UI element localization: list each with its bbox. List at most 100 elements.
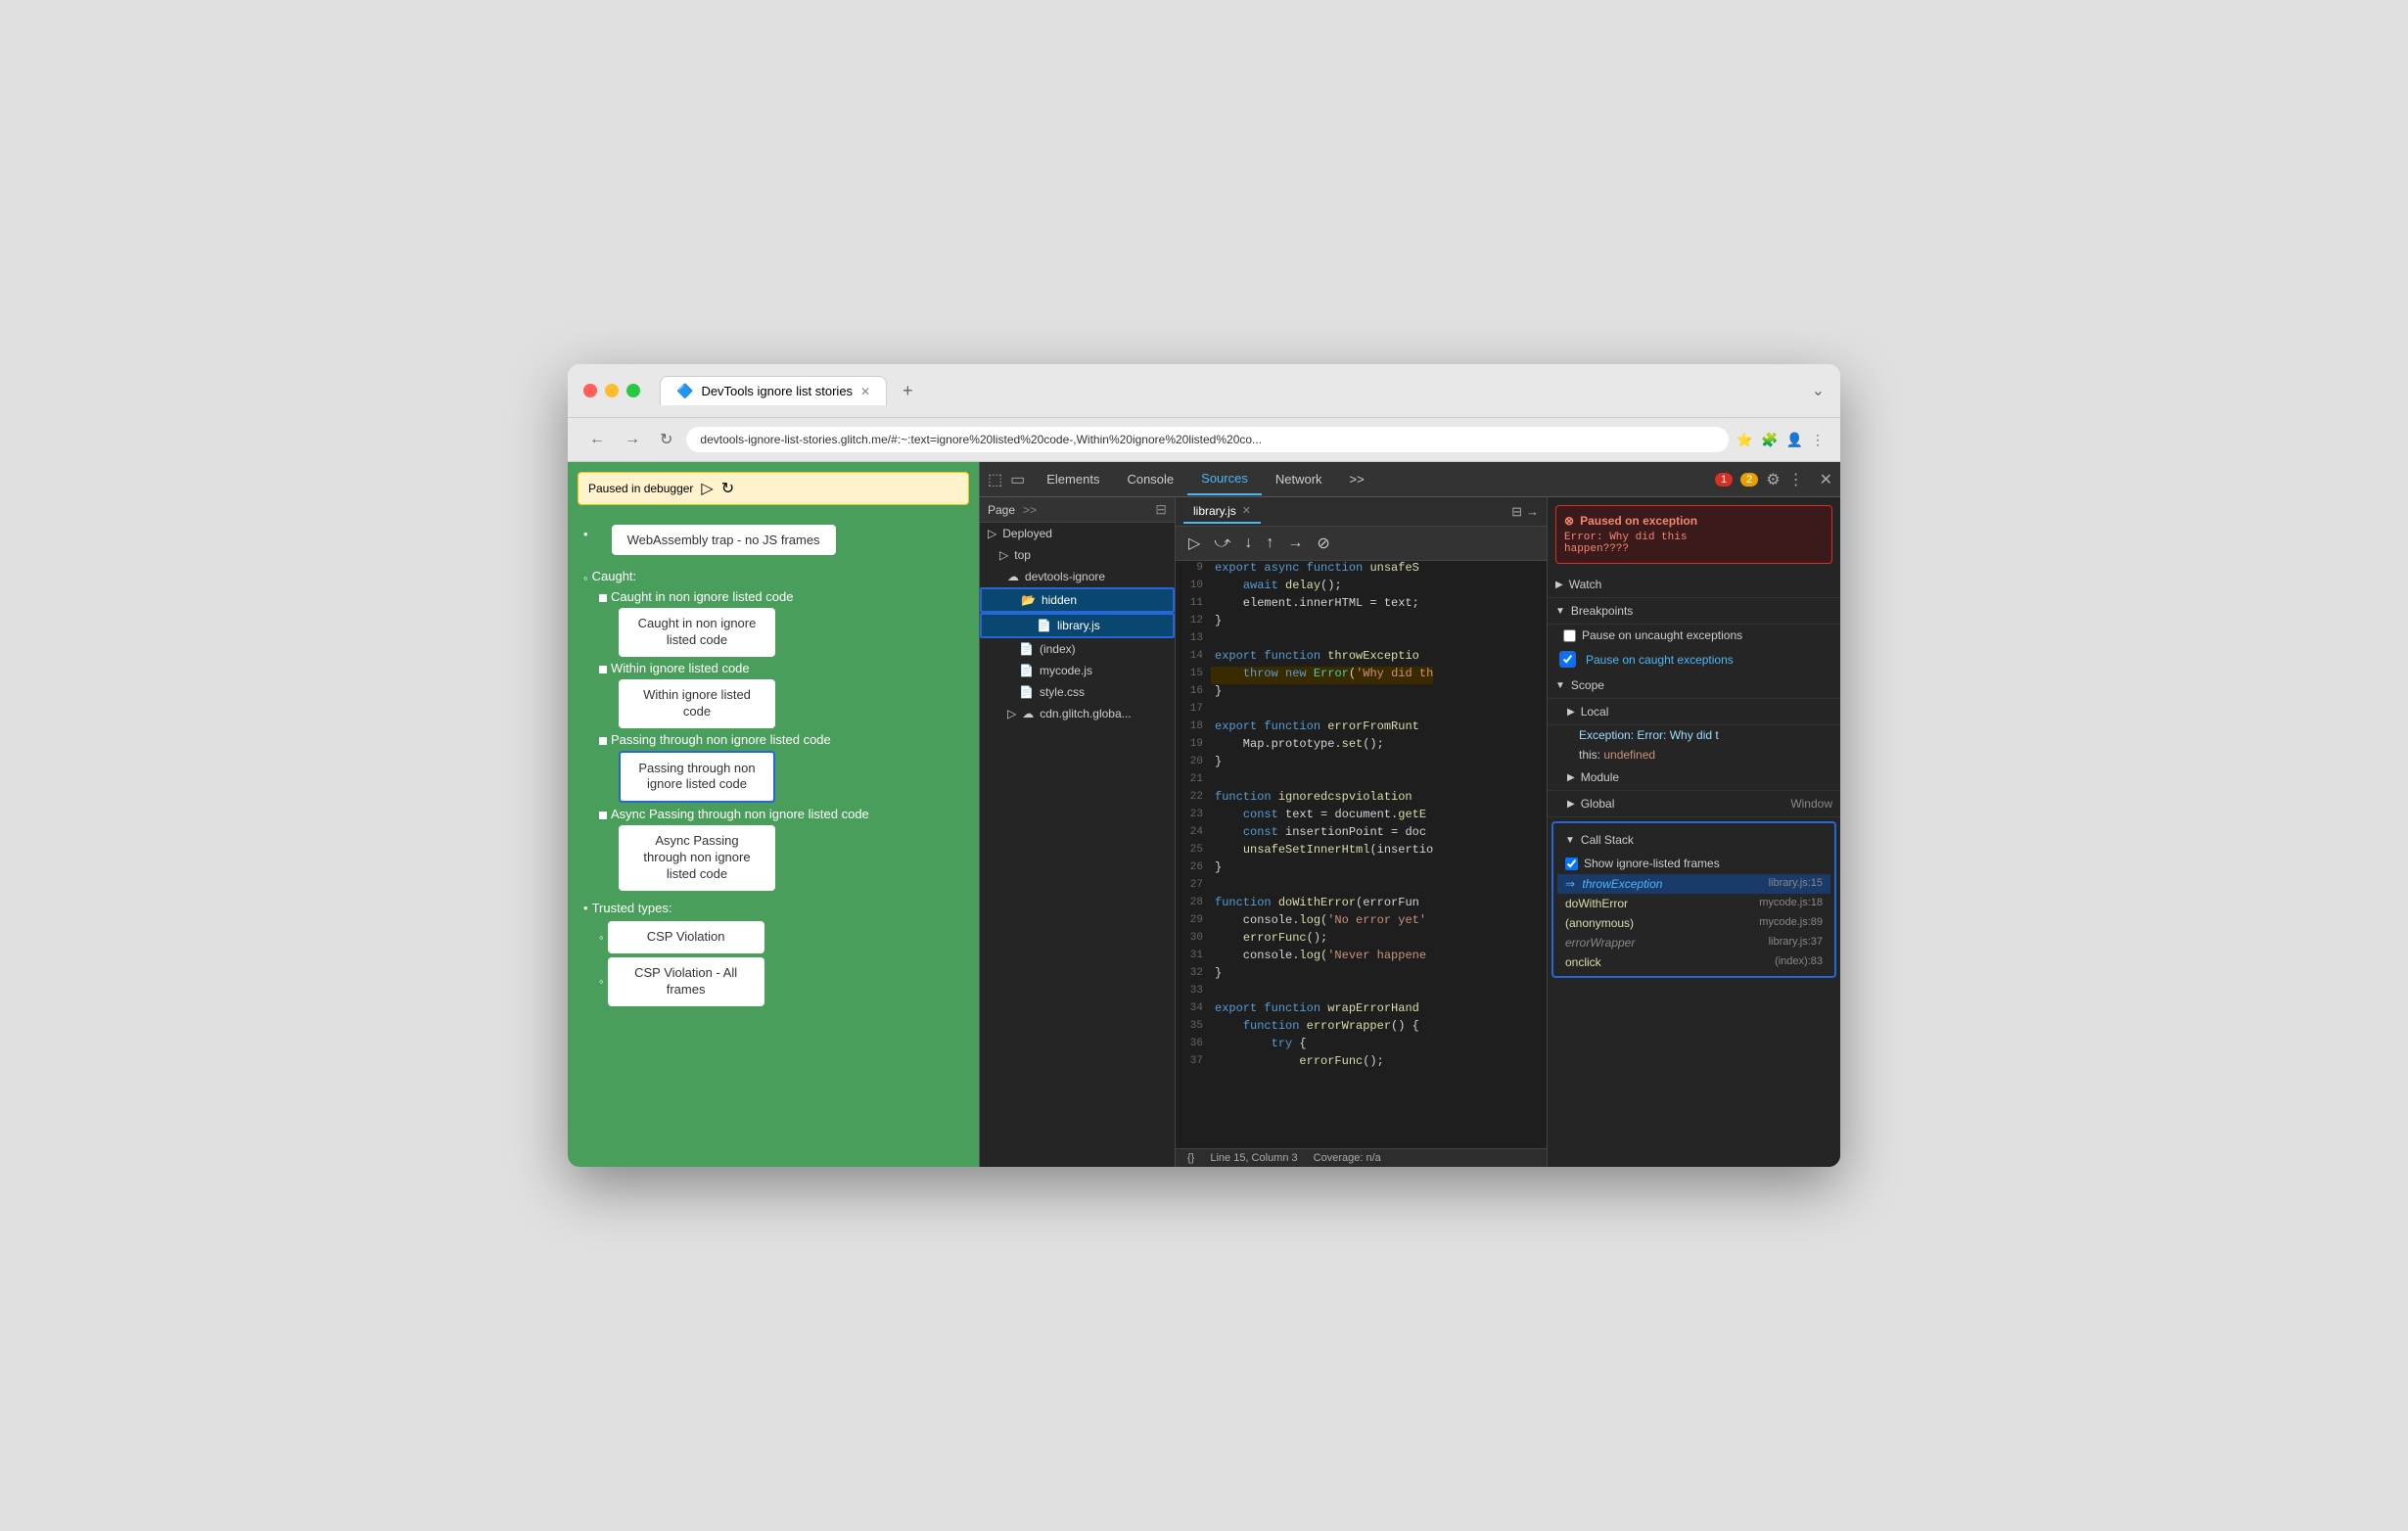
code-line-18: 18 export function errorFromRunt [1176,719,1547,737]
code-line-12: 12 } [1176,614,1547,631]
source-tab-close[interactable]: ✕ [1242,504,1251,517]
page-tab[interactable]: Page [988,503,1015,517]
exception-error-icon: ⊗ [1564,514,1574,528]
code-line-31: 31 console.log('Never happene [1176,949,1547,966]
tab-overflow-button[interactable]: ⌄ [1812,381,1825,400]
caught-btn-2[interactable]: Passing through non ignore listed code [619,751,775,804]
tab-more[interactable]: >> [1336,464,1378,494]
pause-uncaught-item[interactable]: Pause on uncaught exceptions [1548,625,1840,646]
module-section-header[interactable]: ▶ Module [1548,765,1840,791]
source-nav-btn2[interactable]: → [1526,504,1539,519]
tree-top[interactable]: ▷ top [980,544,1175,566]
device-icon[interactable]: ▭ [1010,470,1025,489]
callstack-header[interactable]: ▼ Call Stack [1557,827,1830,853]
step-btn[interactable]: → [1282,532,1308,555]
csp-btn-0[interactable]: CSP Violation [608,921,764,953]
pause-uncaught-checkbox[interactable] [1563,629,1576,642]
page-overflow[interactable]: >> [1023,503,1037,517]
sidebar-toggle-icon[interactable]: ⊟ [1155,501,1167,518]
back-button[interactable]: ← [583,427,611,452]
pause-caught-item[interactable]: Pause on caught exceptions [1548,646,1840,673]
frame-loc-1: mycode.js:18 [1759,897,1823,910]
code-line-16: 16 } [1176,684,1547,702]
breakpoints-label: Breakpoints [1571,604,1633,618]
global-val: Window [1790,797,1832,811]
caught-btn-1[interactable]: Within ignore listed code [619,679,775,728]
tree-mycode[interactable]: 📄 mycode.js [980,660,1175,681]
tree-cdn[interactable]: ▷ ☁ cdn.glitch.globa... [980,703,1175,724]
step-over-button[interactable]: ↻ [721,479,734,498]
tab-sources[interactable]: Sources [1187,463,1262,495]
code-line-20: 20 } [1176,755,1547,772]
pause-caught-checkbox[interactable] [1561,653,1574,666]
frame-onclick[interactable]: onclick (index):83 [1557,952,1830,972]
code-line-19: 19 Map.prototype.set(); [1176,737,1547,755]
maximize-button[interactable] [626,384,640,397]
active-tab[interactable]: 🔷 DevTools ignore list stories ✕ [660,376,887,405]
bp-triangle: ▼ [1555,606,1565,617]
devtools-close-button[interactable]: ✕ [1820,470,1832,489]
local-section-header[interactable]: ▶ Local [1548,699,1840,725]
error-badge: 1 [1715,473,1733,487]
bookmark-icon[interactable]: ⭐ [1737,432,1753,448]
more-options-icon[interactable]: ⋮ [1788,470,1804,489]
show-frames-row[interactable]: Show ignore-listed frames [1557,853,1830,874]
menu-icon[interactable]: ⋮ [1811,432,1825,448]
address-input[interactable] [686,427,1728,452]
person-icon[interactable]: 👤 [1786,432,1803,448]
extension-icon[interactable]: 🧩 [1761,432,1778,448]
step-out-btn[interactable]: ↑ [1261,532,1278,555]
close-button[interactable] [583,384,597,397]
tab-network[interactable]: Network [1262,464,1336,494]
source-nav-btn[interactable]: ⊟ [1511,504,1522,520]
frame-doWithError[interactable]: doWithError mycode.js:18 [1557,894,1830,913]
new-tab-button[interactable]: + [895,377,921,405]
tab-console[interactable]: Console [1113,464,1187,494]
caught-item-0: Caught in non ignore listed code [611,589,793,604]
refresh-button[interactable]: ↻ [654,426,678,453]
csp-btn-1[interactable]: CSP Violation - All frames [608,957,764,1006]
settings-icon[interactable]: ⚙ [1766,470,1780,489]
tree-library-js[interactable]: 📄 library.js [980,613,1175,638]
inspect-icon[interactable]: ⬚ [988,470,1002,489]
step-into-btn[interactable]: ↓ [1239,532,1257,555]
resume-dbg-btn[interactable]: ▷ [1183,531,1205,556]
scope-section-header[interactable]: ▼ Scope [1548,673,1840,699]
format-icon[interactable]: {} [1187,1152,1194,1164]
forward-button[interactable]: → [619,427,646,452]
source-tab-label: library.js [1193,504,1236,518]
frame-name-0: throwException [1582,877,1662,891]
frame-throwException[interactable]: ⇒ throwException library.js:15 [1557,874,1830,894]
tab-close-icon[interactable]: ✕ [860,385,870,398]
tree-index[interactable]: 📄 (index) [980,638,1175,660]
frame-loc-4: (index):83 [1775,955,1823,969]
resume-button[interactable]: ▷ [701,479,713,498]
code-line-26: 26 } [1176,860,1547,878]
callstack-box: ▼ Call Stack Show ignore-listed frames [1551,821,1836,978]
deployed-label: Deployed [1002,527,1052,540]
exception-title-text: Paused on exception [1580,514,1697,528]
tree-devtools-ignore[interactable]: ☁ devtools-ignore [980,566,1175,587]
frame-anonymous[interactable]: (anonymous) mycode.js:89 [1557,913,1830,933]
show-frames-checkbox[interactable] [1565,858,1578,870]
global-label: Global [1581,797,1615,811]
deactivate-bp-btn[interactable]: ⊘ [1312,531,1334,556]
frame-loc-3: library.js:37 [1769,936,1823,950]
frame-errorWrapper[interactable]: errorWrapper library.js:37 [1557,933,1830,952]
global-section-header[interactable]: ▶ Global Window [1548,791,1840,817]
minimize-button[interactable] [605,384,619,397]
step-over-dbg-btn[interactable]: ⤻ [1209,532,1235,555]
tree-style[interactable]: 📄 style.css [980,681,1175,703]
cdn-icon: ▷ [1007,707,1016,720]
watch-section-header[interactable]: ▶ Watch [1548,572,1840,598]
caught-btn-0[interactable]: Caught in non ignore listed code [619,608,775,657]
tree-hidden[interactable]: 📂 hidden [980,587,1175,613]
breakpoints-section-header[interactable]: ▼ Breakpoints [1548,598,1840,625]
source-tab-library[interactable]: library.js ✕ [1183,500,1261,524]
frame-arrow-icon: ⇒ [1565,877,1575,891]
debugger-toolbar: ▷ ⤻ ↓ ↑ → ⊘ [1176,527,1547,561]
caught-btn-3[interactable]: Async Passing through non ignore listed … [619,825,775,891]
exception-msg: Error: Why did thishappen???? [1564,532,1824,555]
module-label: Module [1581,770,1619,784]
tab-elements[interactable]: Elements [1033,464,1113,494]
